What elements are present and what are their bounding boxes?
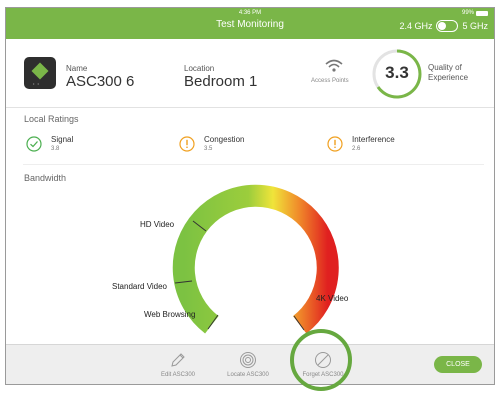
device-detail-screen: 4:36 PM Test Monitoring 99% 2.4 GHz 5 GH…	[5, 7, 495, 385]
edit-label: Edit ASC300	[160, 372, 196, 378]
gauge-label-hd-video: HD Video	[140, 220, 175, 229]
gauge-label-web-browsing: Web Browsing	[144, 310, 196, 319]
locate-button[interactable]: Locate ASC300	[220, 351, 276, 378]
forget-highlight-circle	[290, 329, 352, 391]
bottom-toolbar: Edit ASC300 Locate ASC300 Forget ASC300 …	[6, 344, 494, 384]
pencil-icon	[171, 353, 185, 367]
gauge-label-standard-video: Standard Video	[112, 282, 168, 291]
bandwidth-gauge	[172, 184, 339, 334]
edit-button[interactable]: Edit ASC300	[156, 351, 200, 378]
close-button[interactable]: CLOSE	[434, 356, 482, 373]
locate-label: Locate ASC300	[227, 372, 269, 378]
gauge-arc	[172, 184, 339, 334]
gauge-label-4k-video: 4K Video	[316, 294, 349, 303]
locate-target-icon	[240, 352, 256, 368]
